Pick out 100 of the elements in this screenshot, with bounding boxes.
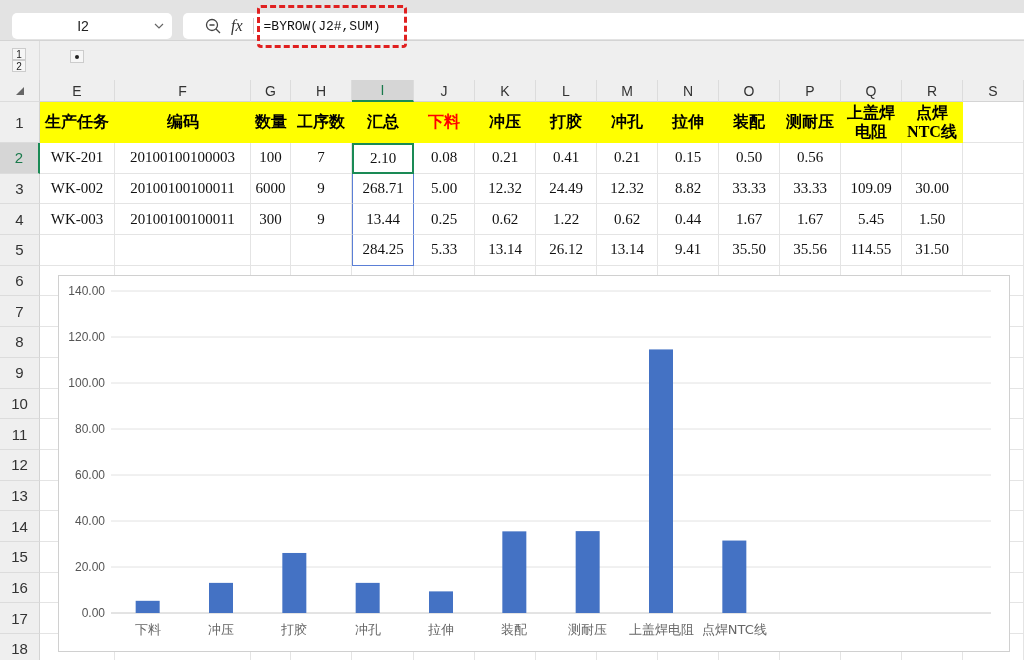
row-header[interactable]: 6: [0, 265, 40, 297]
table-cell: 0.21: [475, 143, 536, 174]
table-cell: 6000: [251, 173, 291, 205]
table-cell: 284.25: [352, 235, 414, 266]
axis-label: 0.00: [81, 606, 105, 620]
bar: [355, 582, 380, 613]
column-title: 生产任务: [45, 113, 109, 132]
row-header[interactable]: 4: [0, 204, 40, 236]
table-cell: 5.33: [414, 235, 475, 266]
table-cell: 7: [291, 143, 352, 174]
axis-label: 100.00: [68, 376, 105, 390]
row-header[interactable]: 15: [0, 541, 40, 573]
table-cell: 9: [291, 173, 352, 205]
table-cell: WK-201: [40, 143, 115, 174]
zoom-out-icon[interactable]: [205, 18, 221, 34]
axis-label: 上盖焊电阻: [628, 622, 694, 637]
axis-label: 下料: [134, 622, 161, 637]
table-cell: 13.14: [597, 235, 658, 266]
table-cell: 109.09: [841, 173, 902, 205]
column-title: 拉伸: [672, 113, 704, 132]
column-title: 下料: [428, 113, 460, 132]
table-cell: 0.25: [414, 204, 475, 236]
chevron-icon: [154, 23, 164, 29]
column-header[interactable]: K: [475, 80, 536, 102]
empty-cell: [841, 143, 902, 174]
column-header[interactable]: P: [780, 80, 841, 102]
row-header[interactable]: 5: [0, 235, 40, 266]
column-header[interactable]: L: [536, 80, 597, 102]
table-cell: 30.00: [902, 173, 963, 205]
column-title: 汇总: [366, 113, 399, 132]
column-title: 上盖焊电阻: [846, 104, 896, 141]
table-cell: 12.32: [475, 173, 536, 205]
table-cell: 1.67: [780, 204, 841, 236]
dot-icon: [75, 54, 79, 59]
row-header[interactable]: 11: [0, 419, 40, 450]
axis-label: 120.00: [68, 330, 105, 344]
table-cell: WK-003: [40, 204, 115, 236]
column-header[interactable]: H: [291, 80, 352, 102]
table-cell: 268.71: [352, 173, 414, 205]
name-box[interactable]: I2: [12, 13, 172, 39]
axis-label: 点焊NTC线: [701, 622, 767, 637]
formula-bar[interactable]: fx =BYROW(J2#,SUM): [183, 13, 1024, 39]
outline-level-button[interactable]: 1: [12, 48, 26, 60]
table-cell: 24.49: [536, 173, 597, 205]
axis-label: 打胶: [281, 622, 308, 637]
row-header[interactable]: 18: [0, 634, 40, 660]
column-header[interactable]: O: [719, 80, 780, 102]
column-title: 工序数: [297, 113, 345, 132]
table-cell: 35.50: [719, 235, 780, 266]
bar: [209, 582, 233, 613]
column-title: 装配: [733, 113, 765, 132]
table-cell: 114.55: [841, 235, 902, 266]
column-header[interactable]: S: [963, 80, 1024, 102]
axis-label: 冲孔: [354, 622, 381, 637]
expand-button[interactable]: [70, 50, 84, 63]
column-header[interactable]: F: [115, 80, 251, 102]
column-title: 数量: [254, 113, 287, 132]
row-header[interactable]: 17: [0, 603, 40, 634]
row-header[interactable]: 8: [0, 327, 40, 358]
column-header[interactable]: I: [352, 80, 414, 102]
table-cell: WK-002: [40, 173, 115, 205]
row-header[interactable]: 16: [0, 572, 40, 604]
bar: [135, 600, 160, 613]
axis-label: 20.00: [74, 560, 105, 574]
function-button[interactable]: fx: [231, 17, 243, 35]
table-cell: 33.33: [780, 173, 841, 205]
table-cell: 5.45: [841, 204, 902, 236]
table-cell: 26.12: [536, 235, 597, 266]
select-all-icon[interactable]: [15, 86, 24, 95]
table-cell: 12.32: [597, 173, 658, 205]
column-header[interactable]: J: [414, 80, 475, 102]
table-cell: 13.14: [475, 235, 536, 266]
row-header[interactable]: 2: [0, 143, 40, 174]
column-header[interactable]: N: [658, 80, 719, 102]
axis-label: 40.00: [74, 514, 105, 528]
row-header[interactable]: 10: [0, 388, 40, 420]
row-header[interactable]: 9: [0, 357, 40, 389]
table-cell: 1.22: [536, 204, 597, 236]
column-header[interactable]: R: [902, 80, 963, 102]
axis-label: 装配: [501, 622, 528, 637]
table-cell: 0.08: [414, 143, 475, 174]
axis-label: 拉伸: [428, 622, 454, 637]
table-cell: 2.10: [352, 143, 414, 174]
table-cell: 0.21: [597, 143, 658, 174]
table-cell: 33.33: [719, 173, 780, 205]
bar: [429, 591, 453, 613]
column-header[interactable]: Q: [841, 80, 902, 102]
row-header[interactable]: 7: [0, 296, 40, 328]
column-header[interactable]: E: [40, 80, 115, 102]
row-header[interactable]: 3: [0, 173, 40, 205]
column-header[interactable]: M: [597, 80, 658, 102]
row-header[interactable]: 14: [0, 511, 40, 542]
table-cell: 0.62: [597, 204, 658, 236]
row-header[interactable]: 1: [0, 102, 40, 143]
table-cell: 300: [251, 204, 291, 236]
row-header[interactable]: 13: [0, 480, 40, 512]
table-cell: 1.50: [902, 204, 963, 236]
column-header[interactable]: G: [251, 80, 291, 102]
row-header[interactable]: 12: [0, 449, 40, 481]
outline-level-button[interactable]: 2: [12, 60, 26, 72]
